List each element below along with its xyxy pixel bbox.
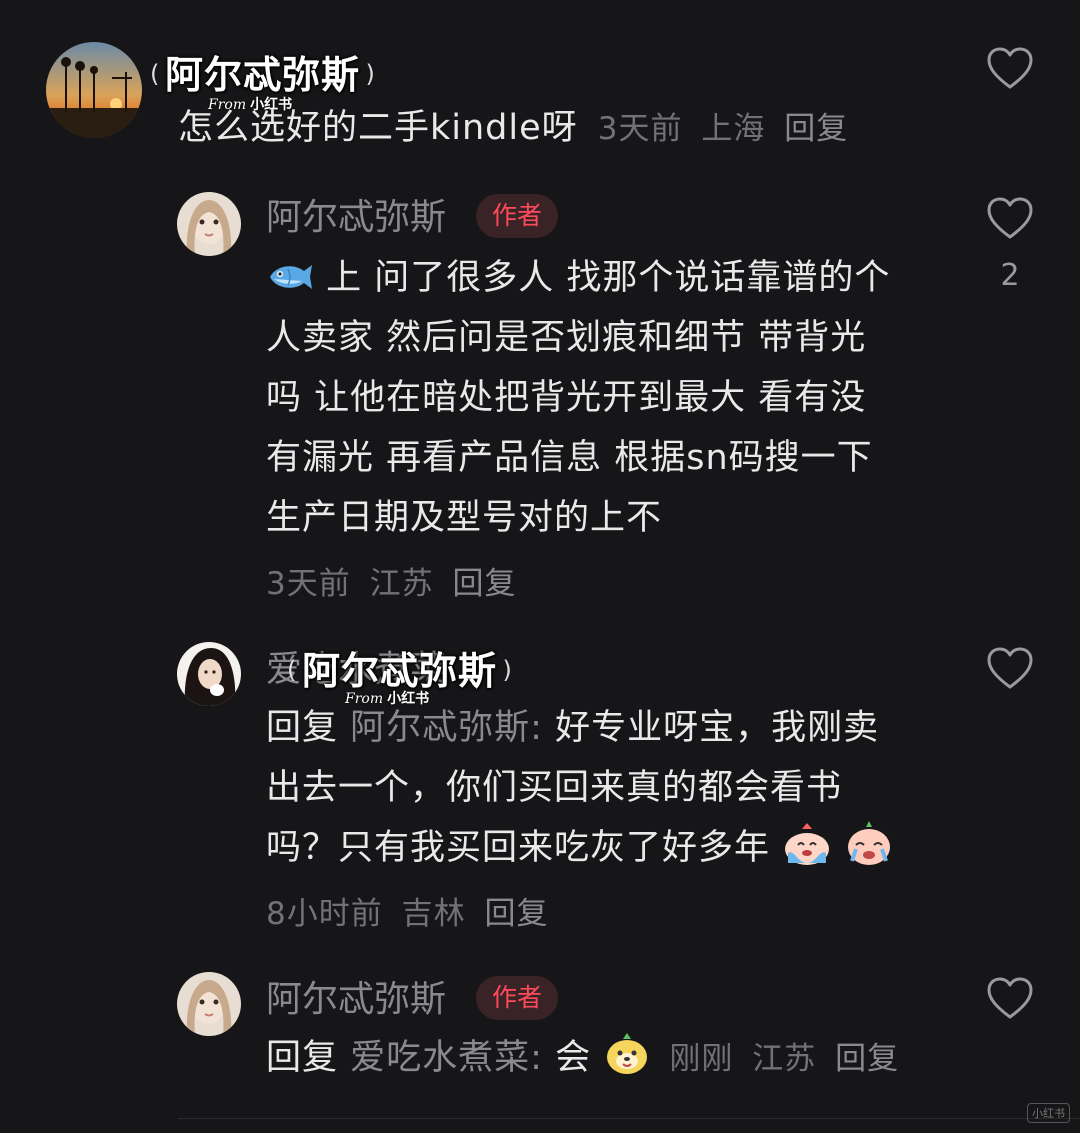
reply-button[interactable]: 回复 bbox=[484, 896, 548, 932]
watermark-name: 阿尔忒弥斯 bbox=[301, 649, 497, 693]
comment-line: 有漏光 再看产品信息 根据sn码搜一下 bbox=[266, 438, 873, 478]
author-avatar-image bbox=[177, 192, 241, 256]
heart-outline-icon[interactable] bbox=[985, 644, 1035, 694]
watermark-paren: ( bbox=[287, 656, 297, 684]
watermark-paren: ( bbox=[150, 60, 160, 88]
avatar-girl[interactable] bbox=[177, 642, 241, 706]
reply-button[interactable]: 回复 bbox=[784, 111, 848, 147]
avatar-sunset[interactable] bbox=[46, 42, 142, 138]
watermark-paren: ) bbox=[502, 656, 512, 684]
dog-emoji-icon bbox=[607, 1033, 648, 1074]
reply-to-user[interactable]: 阿尔忒弥斯: bbox=[350, 708, 543, 748]
author-badge: 作者 bbox=[476, 976, 559, 1020]
author-avatar-image bbox=[177, 972, 241, 1036]
comment-location: 江苏 bbox=[369, 566, 434, 602]
comment-line: 出去一个，你们买回来真的都会看书 bbox=[266, 768, 843, 808]
comment-line: 回复 阿尔忒弥斯: 好专业呀宝，我刚卖 bbox=[266, 698, 956, 758]
fish-emoji-icon bbox=[270, 265, 312, 289]
crying-emoji-icon bbox=[848, 821, 891, 865]
comment-time: 刚刚 bbox=[669, 1041, 734, 1077]
comment-1: ( 阿尔忒弥斯 ) From 小红书 怎么选好的二手kindle呀 3天前 上海 … bbox=[0, 0, 1080, 170]
comment-time: 3天前 bbox=[266, 566, 351, 602]
comment-text-content: 会 bbox=[555, 1038, 592, 1078]
reply-prefix: 回复 bbox=[266, 1038, 339, 1078]
avatar-author[interactable] bbox=[177, 972, 241, 1036]
watermark-1: ( 阿尔忒弥斯 ) bbox=[150, 44, 375, 99]
comment-meta: 3天前 上海 回复 bbox=[598, 111, 856, 147]
divider bbox=[178, 1118, 1080, 1119]
comment-location: 吉林 bbox=[401, 896, 466, 932]
watermark-2: ( 阿尔忒弥斯 ) bbox=[287, 640, 512, 695]
reply-to-user[interactable]: 爱吃水煮菜: bbox=[350, 1038, 543, 1078]
comment-line-text: 好专业呀宝，我刚卖 bbox=[555, 708, 880, 748]
comment-line: 上 问了很多人 找那个说话靠谱的个 bbox=[266, 248, 946, 308]
comment-location: 上海 bbox=[701, 111, 766, 147]
girl-avatar-image bbox=[177, 642, 241, 706]
crying-emoji-icon bbox=[785, 823, 830, 865]
comment-2: 阿尔忒弥斯 作者 上 问了很多人 找那个说话靠谱的个 人卖家 然后问是否划痕和细… bbox=[0, 180, 1080, 620]
reply-prefix: 回复 bbox=[266, 708, 339, 748]
corner-logo: 小红书 bbox=[1027, 1103, 1070, 1123]
reply-button[interactable]: 回复 bbox=[835, 1041, 899, 1077]
comment-text: 回复 阿尔忒弥斯: 好专业呀宝，我刚卖 出去一个，你们买回来真的都会看书 吗？只… bbox=[266, 698, 956, 944]
reply-button[interactable]: 回复 bbox=[452, 566, 516, 602]
comment-line: 人卖家 然后问是否划痕和细节 带背光 bbox=[266, 318, 867, 358]
comment-text: 怎么选好的二手kindle呀 3天前 上海 回复 bbox=[178, 98, 938, 159]
username[interactable]: 阿尔忒弥斯 bbox=[266, 980, 446, 1020]
like-count: 2 bbox=[1000, 258, 1020, 293]
comment-meta: 8小时前 吉林 回复 bbox=[266, 884, 956, 944]
watermark-paren: ) bbox=[365, 60, 375, 88]
comment-text: 上 问了很多人 找那个说话靠谱的个 人卖家 然后问是否划痕和细节 带背光 吗 让… bbox=[266, 248, 946, 614]
comment-line: 生产日期及型号对的上不 bbox=[266, 498, 663, 538]
heart-outline-icon[interactable] bbox=[985, 974, 1035, 1024]
comment-line: 吗？只有我买回来吃灰了好多年 bbox=[266, 818, 956, 878]
comment-meta: 3天前 江苏 回复 bbox=[266, 554, 946, 614]
sunset-avatar-image bbox=[46, 42, 142, 138]
comment-text: 回复 爱吃水煮菜: 会 刚刚 江苏 回复 bbox=[266, 1028, 986, 1089]
comment-line: 吗 让他在暗处把背光开到最大 看有没 bbox=[266, 378, 867, 418]
username[interactable]: 阿尔忒弥斯 bbox=[266, 198, 446, 238]
author-badge: 作者 bbox=[476, 194, 559, 238]
comment-time: 3天前 bbox=[597, 111, 683, 147]
comment-line-text: 上 问了很多人 找那个说话靠谱的个 bbox=[326, 258, 891, 298]
comment-time: 8小时前 bbox=[266, 896, 383, 932]
comment-text-content: 怎么选好的二手kindle呀 bbox=[178, 108, 578, 148]
comment-line-text: 吗？只有我买回来吃灰了好多年 bbox=[266, 828, 771, 868]
comment-3: 爱吃水煮菜 ( 阿尔忒弥斯 ) From 小红书 回复 阿尔忒弥斯: 好专业呀宝，… bbox=[0, 630, 1080, 950]
comment-meta: 刚刚 江苏 回复 bbox=[669, 1041, 907, 1077]
avatar-author[interactable] bbox=[177, 192, 241, 256]
comment-location: 江苏 bbox=[752, 1041, 817, 1077]
heart-outline-icon[interactable] bbox=[985, 44, 1035, 94]
heart-outline-icon[interactable] bbox=[985, 194, 1035, 244]
watermark-name: 阿尔忒弥斯 bbox=[164, 53, 360, 97]
comment-4: 阿尔忒弥斯 作者 回复 爱吃水煮菜: 会 刚刚 江苏 回复 bbox=[0, 960, 1080, 1110]
